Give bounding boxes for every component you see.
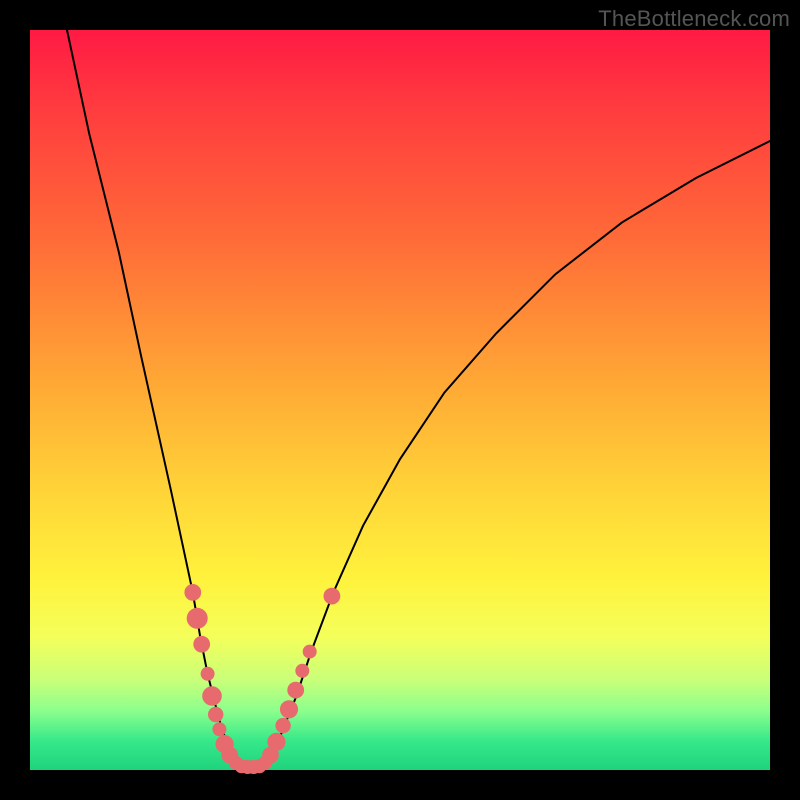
data-marker [295, 664, 309, 678]
data-marker [187, 608, 208, 629]
plot-area [30, 30, 770, 770]
data-marker [202, 686, 222, 706]
curve-svg [30, 30, 770, 770]
chart-frame: TheBottleneck.com [0, 0, 800, 800]
bottleneck-curve-left [67, 30, 237, 766]
data-marker [184, 584, 201, 601]
data-marker [303, 645, 317, 659]
data-marker [193, 636, 210, 653]
data-marker [212, 722, 226, 736]
data-marker [324, 588, 341, 605]
marker-group [184, 584, 340, 774]
watermark-text: TheBottleneck.com [598, 6, 790, 32]
data-marker [275, 718, 290, 733]
bottleneck-curve-right [263, 141, 770, 766]
data-marker [280, 700, 298, 718]
data-marker [201, 667, 215, 681]
data-marker [287, 682, 304, 699]
data-marker [208, 707, 223, 722]
data-marker [267, 733, 285, 751]
